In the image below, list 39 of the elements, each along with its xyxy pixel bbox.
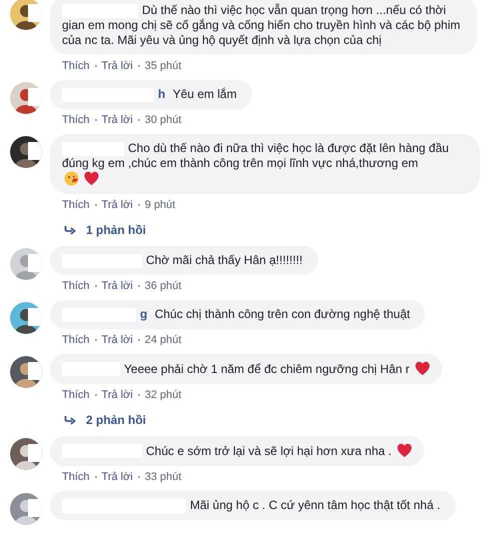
comment-text: Yeeee phải chờ 1 năm để đc chiêm ngưỡng chị Hân r [123, 362, 410, 377]
action-link[interactable]: Thích [62, 59, 90, 73]
action-link[interactable]: Trả lời [102, 388, 133, 402]
author-name[interactable]: h [158, 87, 166, 101]
action-link[interactable]: Thích [62, 279, 90, 293]
reply-arrow-icon [64, 415, 76, 425]
comment-text: Dù thế nào thì việc học vẫn quan trọng hơn ...nếu có thời gian em mong chị sẽ cố gắng và cống hiến cho truyền hình và các bộ phim của nc ta. Mãi yêu và ủng hộ quyết định và lựa chọn của chị [62, 3, 462, 48]
action-link[interactable]: Trả lời [102, 113, 133, 127]
reply-arrow-icon [64, 225, 76, 235]
heart-icon [396, 443, 412, 458]
action-link[interactable]: Thích [62, 470, 90, 484]
timestamp[interactable]: 35 phút [144, 59, 182, 73]
action-link[interactable]: Trả lời [102, 470, 133, 484]
timestamp[interactable]: 32 phút [144, 388, 182, 402]
comment-text: Chúc e sớm trở lại và sẽ lợi hại hơn xưa nha . [145, 444, 392, 459]
action-link[interactable]: Trả lời [102, 333, 133, 347]
heart-icon [84, 171, 100, 186]
timestamp[interactable]: 24 phút [144, 333, 182, 347]
timestamp[interactable]: 30 phút [144, 113, 182, 127]
timestamp[interactable]: 36 phút [144, 279, 182, 293]
action-link[interactable]: Thích [62, 388, 90, 402]
action-link[interactable]: Trả lời [102, 59, 133, 73]
timestamp[interactable]: 33 phút [144, 470, 182, 484]
comment-text: Mãi ủng hộ c . C cứ yênn tâm học thật tốt nhá . [189, 498, 440, 513]
replies-link[interactable]: 2 phản hồi [86, 413, 146, 427]
action-link[interactable]: Trả lời [102, 279, 133, 293]
author-name[interactable]: g [140, 307, 148, 321]
action-link[interactable]: Thích [62, 113, 90, 127]
replies-link[interactable]: 1 phản hồi [86, 223, 146, 237]
comment-text: Chúc chị thành công trên con đường nghệ thuật [154, 307, 410, 322]
action-link[interactable]: Thích [62, 333, 90, 347]
action-link[interactable]: Thích [62, 198, 90, 212]
timestamp[interactable]: 9 phút [144, 198, 176, 212]
heart-icon [414, 361, 430, 376]
action-link[interactable]: Trả lời [102, 198, 133, 212]
comment-text: Cho dù thế nào đi nữa thì việc học là được đặt lên hàng đầu đúng kg em ,chúc em thành công trên mọi lĩnh vực nhá,thương em [62, 141, 450, 171]
kiss-face-icon [64, 171, 79, 186]
comment-text: Chờ mãi chả thấy Hân ạ!!!!!!!! [145, 253, 303, 268]
comment-text: Yêu em lắm [172, 87, 237, 102]
